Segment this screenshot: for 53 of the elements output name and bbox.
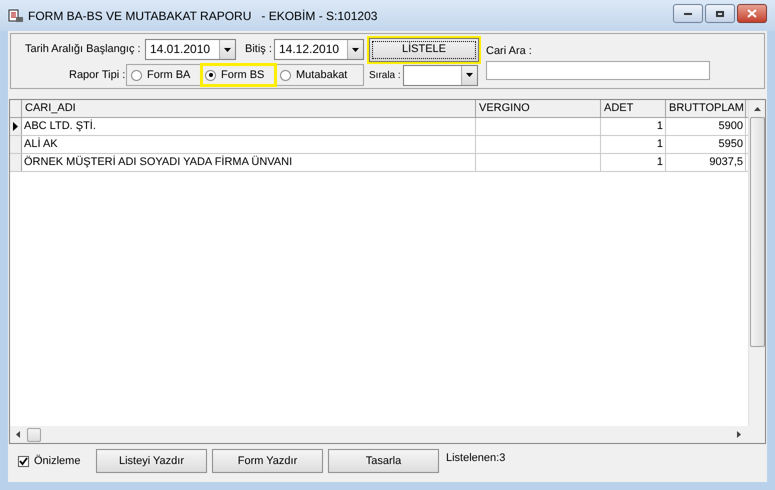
sort-label: Sırala : <box>369 68 402 82</box>
table-cell: ALİ AK <box>22 136 476 153</box>
close-button[interactable] <box>737 4 767 23</box>
table-cell: ABC LTD. ŞTİ. <box>22 118 476 135</box>
window-title: FORM BA-BS VE MUTABAKAT RAPORU - EKOBİM - S:101203 <box>28 8 378 24</box>
preview-label: Önizleme <box>34 454 82 469</box>
horizontal-scrollbar[interactable] <box>10 426 765 443</box>
report-type-label: Rapor Tipi : <box>69 68 124 83</box>
end-date-field[interactable]: 14.12.2010 <box>274 39 364 60</box>
scroll-up-icon <box>754 107 760 111</box>
search-label: Cari Ara : <box>486 44 533 59</box>
preview-checkbox[interactable] <box>18 456 29 466</box>
scroll-thumb[interactable] <box>750 117 764 347</box>
search-field[interactable] <box>486 60 710 80</box>
row-indicator[interactable] <box>10 118 22 135</box>
radio-label: Form BS <box>221 68 264 83</box>
footer-button[interactable]: Listeyi Yazdır <box>96 449 207 473</box>
column-header[interactable]: ADET <box>601 100 666 117</box>
table-cell: 1 <box>601 118 666 135</box>
column-header[interactable]: VERGINO <box>476 100 601 117</box>
report-icon <box>8 8 24 22</box>
table-cell: ÖRNEK MÜŞTERİ ADI SOYADI YADA FİRMA ÜNVANI <box>22 154 476 171</box>
vertical-scrollbar[interactable] <box>748 100 765 426</box>
status-text: Listelenen:3 <box>446 450 506 466</box>
table-cell: 9037,5 <box>666 154 746 171</box>
start-date-label: Tarih Aralığı Başlangıç : <box>25 42 142 58</box>
dropdown-arrow-icon <box>224 48 231 52</box>
footer-button[interactable]: Tasarla <box>328 449 439 473</box>
column-header[interactable]: BRUTTOPLAM <box>666 100 746 117</box>
radio-label: Form BA <box>147 68 190 83</box>
table-cell: 1 <box>601 136 666 153</box>
radio-label: Mutabakat <box>296 68 348 83</box>
dropdown-arrow-icon <box>466 73 473 77</box>
dropdown-arrow-icon <box>352 48 359 52</box>
column-header[interactable]: CARI_ADI <box>22 100 476 117</box>
radio-button[interactable] <box>205 70 216 80</box>
scroll-right-icon <box>737 431 741 438</box>
scroll-thumb[interactable] <box>27 428 41 442</box>
close-icon <box>747 9 757 18</box>
minimize-button[interactable] <box>673 4 703 23</box>
restore-button[interactable] <box>705 4 735 23</box>
table-cell: 1 <box>601 154 666 171</box>
table-cell: 5900 <box>666 118 746 135</box>
table-cell: 5950 <box>666 136 746 153</box>
start-date-field[interactable]: 14.01.2010 <box>145 39 236 60</box>
sort-dropdown[interactable] <box>403 64 478 86</box>
end-date-label: Bitiş : <box>245 42 273 58</box>
footer-button[interactable]: Form Yazdır <box>212 449 323 473</box>
list-button[interactable]: LİSTELE <box>369 38 479 62</box>
radio-button[interactable] <box>280 70 291 80</box>
scroll-left-icon <box>16 431 20 438</box>
current-row-icon <box>13 122 18 131</box>
radio-button[interactable] <box>131 70 142 80</box>
